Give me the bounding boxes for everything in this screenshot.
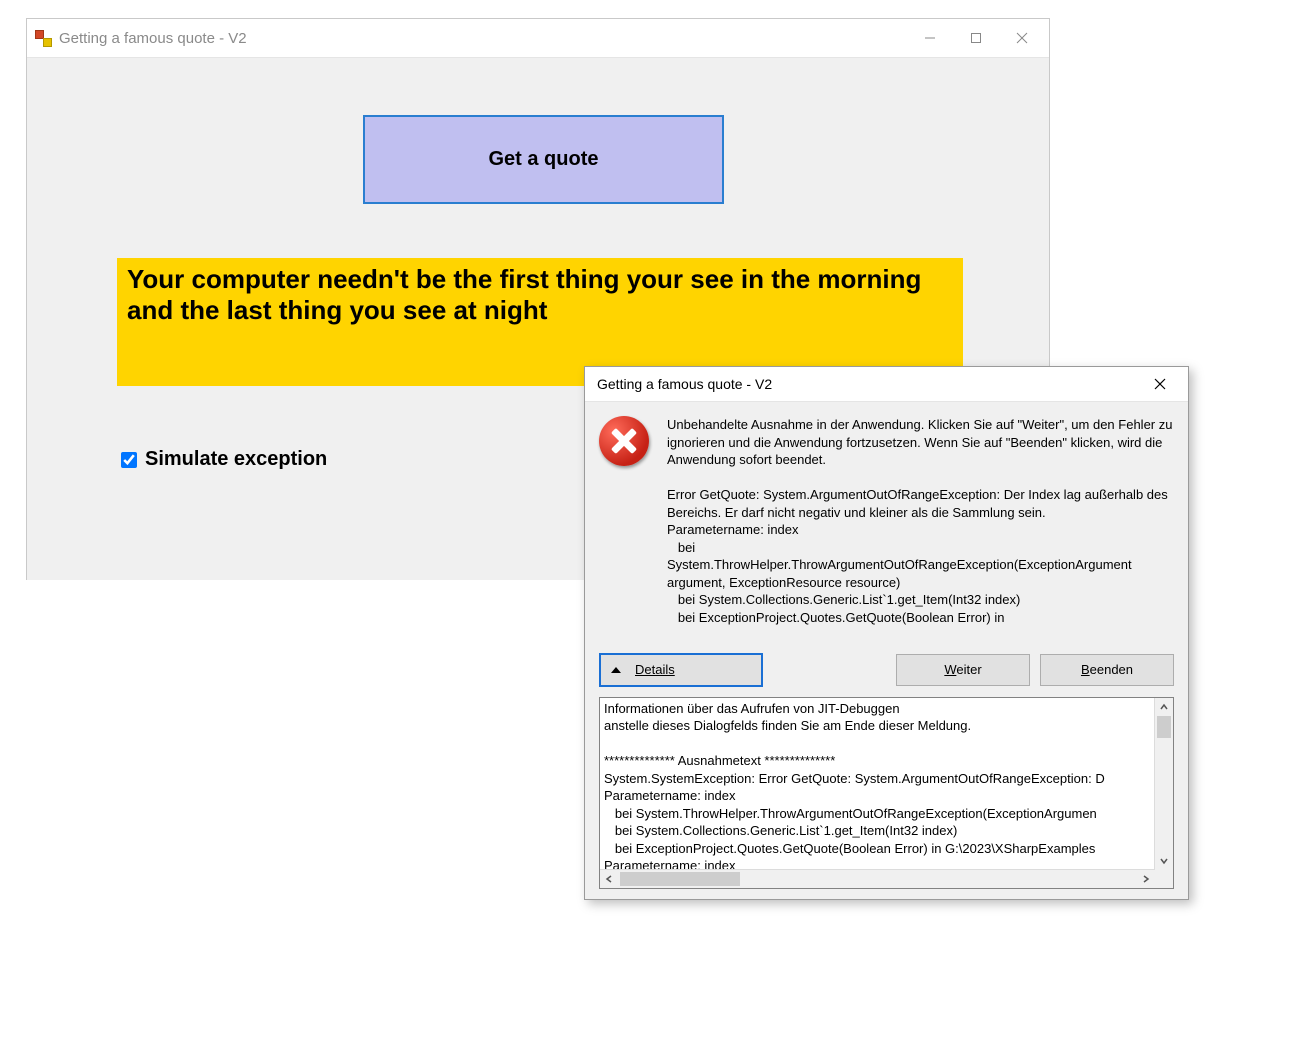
scroll-corner bbox=[1155, 870, 1173, 888]
dialog-body: Unbehandelte Ausnahme in der Anwendung. … bbox=[585, 402, 1188, 899]
continue-button[interactable]: Weiter bbox=[896, 654, 1030, 686]
scroll-right-icon[interactable] bbox=[1137, 870, 1155, 888]
main-titlebar[interactable]: Getting a famous quote - V2 bbox=[27, 19, 1049, 58]
dialog-message: Unbehandelte Ausnahme in der Anwendung. … bbox=[667, 416, 1174, 627]
simulate-exception-input[interactable] bbox=[121, 452, 137, 468]
get-quote-button[interactable]: Get a quote bbox=[363, 115, 724, 204]
simulate-exception-label: Simulate exception bbox=[145, 448, 327, 471]
details-text: Informationen über das Aufrufen von JIT-… bbox=[604, 700, 1153, 870]
maximize-button[interactable] bbox=[953, 22, 999, 54]
quit-button[interactable]: Beenden bbox=[1040, 654, 1174, 686]
scroll-up-icon[interactable] bbox=[1155, 698, 1173, 716]
simulate-exception-checkbox[interactable]: Simulate exception bbox=[117, 448, 327, 471]
dialog-close-button[interactable] bbox=[1138, 370, 1182, 398]
horizontal-scrollbar[interactable] bbox=[600, 869, 1155, 888]
vertical-scrollbar[interactable] bbox=[1154, 698, 1173, 870]
window-title: Getting a famous quote - V2 bbox=[59, 30, 907, 47]
get-quote-label: Get a quote bbox=[488, 148, 598, 171]
horizontal-scroll-thumb[interactable] bbox=[620, 872, 740, 886]
vertical-scroll-thumb[interactable] bbox=[1157, 716, 1171, 738]
dialog-title: Getting a famous quote - V2 bbox=[597, 376, 1138, 392]
app-icon bbox=[35, 30, 51, 46]
scroll-down-icon[interactable] bbox=[1155, 852, 1173, 870]
details-button[interactable]: Details bbox=[599, 653, 763, 687]
details-viewport: Informationen über das Aufrufen von JIT-… bbox=[600, 698, 1155, 870]
quote-text: Your computer needn't be the first thing… bbox=[117, 258, 963, 326]
details-label: Details bbox=[635, 662, 675, 677]
dialog-titlebar[interactable]: Getting a famous quote - V2 bbox=[585, 367, 1188, 402]
error-icon bbox=[599, 416, 653, 470]
collapse-up-icon bbox=[611, 667, 621, 673]
minimize-button[interactable] bbox=[907, 22, 953, 54]
details-textarea[interactable]: Informationen über das Aufrufen von JIT-… bbox=[599, 697, 1174, 889]
error-dialog: Getting a famous quote - V2 Unbehandelte… bbox=[584, 366, 1189, 900]
scroll-left-icon[interactable] bbox=[600, 870, 618, 888]
close-button[interactable] bbox=[999, 22, 1045, 54]
